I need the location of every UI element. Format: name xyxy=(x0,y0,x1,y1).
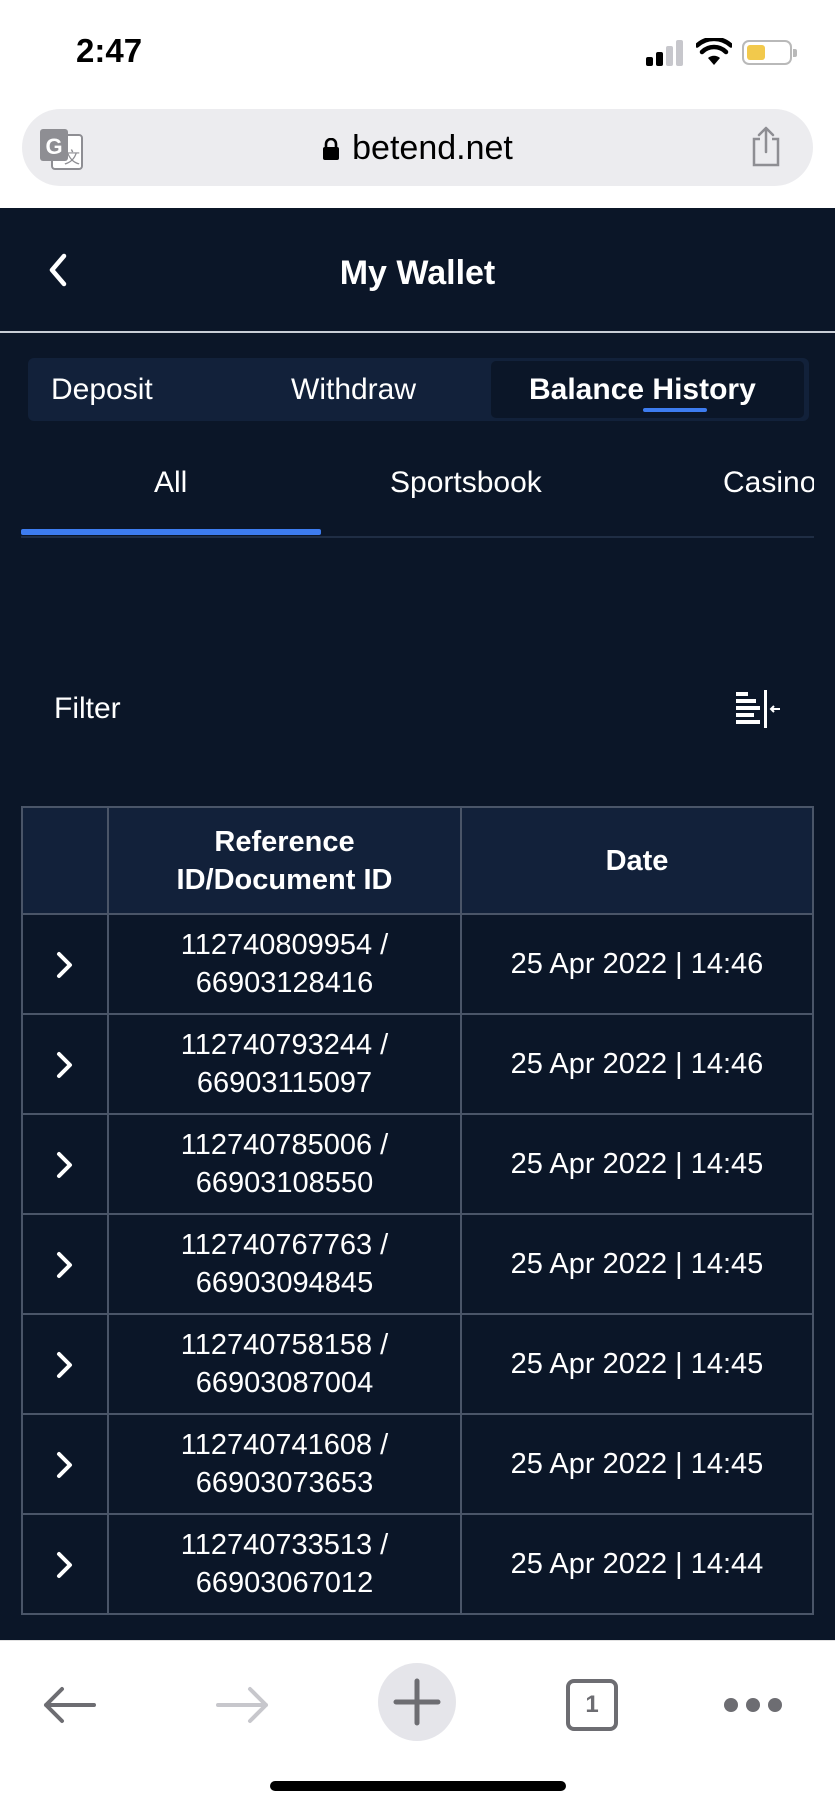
reference-cell: 112740733513 / 66903067012 xyxy=(107,1513,462,1615)
date-cell: 25 Apr 2022 | 14:45 xyxy=(460,1313,814,1415)
status-time: 2:47 xyxy=(76,32,143,69)
chevron-right-icon[interactable] xyxy=(52,1550,78,1580)
address-bar[interactable]: G 文 betend.net xyxy=(22,109,813,186)
tab-balance-history[interactable]: Balance History xyxy=(529,358,756,421)
home-indicator xyxy=(270,1781,566,1791)
expand-row-cell[interactable] xyxy=(21,1313,109,1415)
expand-row-cell[interactable] xyxy=(21,1013,109,1115)
page-title: My Wallet xyxy=(339,254,496,292)
date-cell: 25 Apr 2022 | 14:46 xyxy=(460,1013,814,1115)
forward-nav-icon[interactable] xyxy=(216,1685,270,1725)
date-cell: 25 Apr 2022 | 14:46 xyxy=(460,913,814,1015)
more-options-icon[interactable] xyxy=(722,1695,784,1715)
filter-label[interactable]: Filter xyxy=(54,692,121,726)
lock-icon xyxy=(323,138,340,160)
document-id: 66903108550 xyxy=(195,1167,374,1199)
reference-cell: 112740741608 / 66903073653 xyxy=(107,1413,462,1515)
expand-column-header xyxy=(21,806,109,915)
tab-deposit[interactable]: Deposit xyxy=(51,358,153,421)
reference-cell: 112740767763 / 66903094845 xyxy=(107,1213,462,1315)
url-display[interactable]: betend.net xyxy=(22,129,813,168)
subtab-sportsbook[interactable]: Sportsbook xyxy=(390,448,542,518)
table-row[interactable]: 112740733513 / 66903067012 25 Apr 2022 | 1… xyxy=(21,1513,814,1615)
browser-toolbar: G 文 betend.net xyxy=(0,100,835,208)
chevron-right-icon[interactable] xyxy=(52,1150,78,1180)
tabs-count-icon[interactable]: 1 xyxy=(566,1679,618,1731)
reference-cell: 112740758158 / 66903087004 xyxy=(107,1313,462,1415)
chevron-right-icon[interactable] xyxy=(52,1250,78,1280)
expand-row-cell[interactable] xyxy=(21,1213,109,1315)
date-cell: 25 Apr 2022 | 14:44 xyxy=(460,1513,814,1615)
url-text: betend.net xyxy=(352,129,513,167)
document-id: 66903073653 xyxy=(195,1467,374,1499)
document-id: 66903094845 xyxy=(195,1267,374,1299)
reference-id: 112740793244 / xyxy=(180,1029,389,1061)
reference-id: 112740767763 / xyxy=(180,1229,389,1261)
expand-row-cell[interactable] xyxy=(21,1513,109,1615)
document-id: 66903067012 xyxy=(195,1567,374,1599)
chevron-right-icon[interactable] xyxy=(52,1050,78,1080)
page-header: My Wallet xyxy=(0,208,835,333)
wallet-tabs: Deposit Withdraw Balance History xyxy=(28,358,809,421)
document-id: 66903128416 xyxy=(195,967,374,999)
reference-cell: 112740785006 / 66903108550 xyxy=(107,1113,462,1215)
table-row[interactable]: 112740758158 / 66903087004 25 Apr 2022 | 1… xyxy=(21,1313,814,1415)
date-cell: 25 Apr 2022 | 14:45 xyxy=(460,1213,814,1315)
table-header-row: Reference ID/Document ID Date xyxy=(21,806,814,915)
chevron-right-icon[interactable] xyxy=(52,1350,78,1380)
battery-icon xyxy=(742,40,797,65)
back-nav-icon[interactable] xyxy=(42,1685,96,1725)
expand-row-cell[interactable] xyxy=(21,913,109,1015)
subtab-casino[interactable]: Casino xyxy=(723,448,814,518)
subtab-all[interactable]: All xyxy=(154,448,187,518)
chevron-right-icon[interactable] xyxy=(52,1450,78,1480)
wifi-icon xyxy=(696,38,732,65)
status-bar: 2:47 xyxy=(0,0,835,100)
reference-cell: 112740793244 / 66903115097 xyxy=(107,1013,462,1115)
date-cell: 25 Apr 2022 | 14:45 xyxy=(460,1413,814,1515)
table-row[interactable]: 112740785006 / 66903108550 25 Apr 2022 | 1… xyxy=(21,1113,814,1215)
reference-id: 112740733513 / xyxy=(180,1529,389,1561)
date-cell: 25 Apr 2022 | 14:45 xyxy=(460,1113,814,1215)
wallet-page: My Wallet Deposit Withdraw Balance Histo… xyxy=(0,208,835,1640)
column-header-date: Date xyxy=(460,806,814,915)
filter-collapse-icon[interactable] xyxy=(736,690,782,728)
signal-icon xyxy=(646,40,686,66)
document-id: 66903115097 xyxy=(196,1067,373,1099)
reference-id: 112740809954 / xyxy=(180,929,389,961)
table-row[interactable]: 112740741608 / 66903073653 25 Apr 2022 | 1… xyxy=(21,1413,814,1515)
expand-row-cell[interactable] xyxy=(21,1113,109,1215)
history-filter-tabs: All Sportsbook Casino xyxy=(21,448,814,538)
tab-active-underline xyxy=(643,408,707,412)
expand-row-cell[interactable] xyxy=(21,1413,109,1515)
document-id: 66903087004 xyxy=(195,1367,374,1399)
balance-history-table: Reference ID/Document ID Date 1127408099… xyxy=(21,806,814,1615)
tab-withdraw[interactable]: Withdraw xyxy=(291,358,416,421)
share-icon[interactable] xyxy=(749,125,783,167)
column-header-reference: Reference ID/Document ID xyxy=(107,806,462,915)
reference-id: 112740741608 / xyxy=(180,1429,389,1461)
table-row[interactable]: 112740767763 / 66903094845 25 Apr 2022 | 1… xyxy=(21,1213,814,1315)
table-row[interactable]: 112740793244 / 66903115097 25 Apr 2022 | 1… xyxy=(21,1013,814,1115)
reference-cell: 112740809954 / 66903128416 xyxy=(107,913,462,1015)
table-row[interactable]: 112740809954 / 66903128416 25 Apr 2022 | 1… xyxy=(21,913,814,1015)
chevron-right-icon[interactable] xyxy=(52,950,78,980)
reference-id: 112740758158 / xyxy=(180,1329,389,1361)
reference-id: 112740785006 / xyxy=(180,1129,389,1161)
subtab-active-indicator xyxy=(21,529,321,535)
new-tab-plus-icon[interactable] xyxy=(378,1663,456,1741)
